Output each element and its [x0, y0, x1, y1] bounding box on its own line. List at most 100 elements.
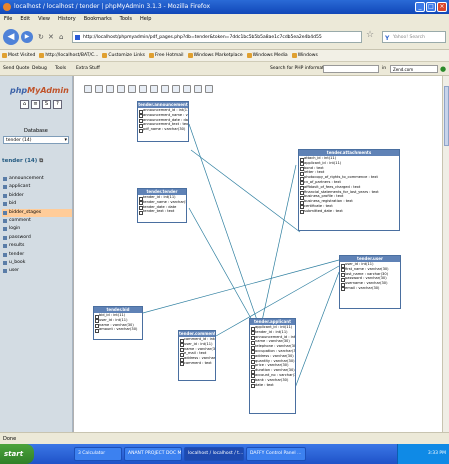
bookmark-item[interactable]: Most Visited [2, 50, 35, 61]
sidebar-table-item[interactable]: u_book [2, 259, 72, 267]
home-icon[interactable]: ⌂ [59, 33, 63, 41]
sidebar-table-item[interactable]: bid [2, 200, 72, 208]
bookmark-item[interactable]: Free Hotmail [149, 50, 184, 61]
debug-button[interactable]: Debug [32, 62, 47, 76]
task-control-panel[interactable]: DAFFY Control Panel ... [246, 447, 306, 461]
bookmark-item[interactable]: Windows [291, 50, 318, 61]
send-quote-button[interactable]: Send Quote [3, 62, 29, 76]
bookmark-item[interactable]: Windows Marketplace [187, 50, 243, 61]
menu-edit[interactable]: Edit [20, 14, 30, 24]
bookmark-item[interactable]: http://localhost/BAT/C... [39, 50, 98, 61]
task-firefox[interactable]: localhost / localhost / t... [184, 447, 244, 461]
extra-stuff-button[interactable]: Extra Stuff [76, 62, 100, 76]
sidebar-table-item[interactable]: user [2, 267, 72, 275]
query-window-icon[interactable]: ≡ [31, 100, 40, 109]
schema-column-row[interactable]: email : varchar(30) [340, 286, 400, 292]
database-view-icon: ⧉ [39, 158, 44, 164]
back-button[interactable]: ◀ [3, 29, 19, 45]
designer-tool-icon[interactable] [139, 85, 147, 93]
menu-help[interactable]: Help [140, 14, 151, 24]
maximize-button[interactable]: □ [426, 2, 436, 12]
menu-view[interactable]: View [38, 14, 50, 24]
start-button[interactable]: start [0, 444, 34, 464]
sidebar-table-item[interactable]: announcement [2, 175, 72, 183]
bookmark-star-icon[interactable]: ☆ [366, 30, 374, 40]
schema-column-row[interactable]: amount : varchar(30) [94, 327, 142, 333]
sidebar-table-item[interactable]: tender [2, 251, 72, 259]
database-select[interactable]: tender (14) [3, 136, 69, 144]
forward-button[interactable]: ▶ [21, 31, 33, 43]
close-button[interactable]: × [437, 2, 447, 12]
designer-tool-icon[interactable] [128, 85, 136, 93]
designer-tool-icon[interactable] [117, 85, 125, 93]
vertical-scrollbar[interactable] [442, 76, 449, 432]
schema-table-user[interactable]: tender.user user_id : int(11) first_name :… [339, 255, 401, 309]
windows-taskbar: start 3 Calculator ANANT PROJECT DOC M..… [0, 444, 449, 464]
docs-icon[interactable]: ? [53, 100, 62, 109]
designer-tool-icon[interactable] [183, 85, 191, 93]
schema-column-row[interactable]: tender_text : text [138, 209, 186, 215]
search-engine-icon: Y [385, 35, 390, 42]
search-input[interactable]: Y Yahoo! Search [382, 31, 446, 43]
designer-tool-icon[interactable] [161, 85, 169, 93]
schema-column-row[interactable]: submitted_date : text [299, 209, 399, 215]
home-icon[interactable]: ⌂ [20, 100, 29, 109]
php-search-input[interactable] [323, 65, 379, 73]
bookmarks-toolbar: Most Visited http://localhost/BAT/C... C… [0, 50, 449, 62]
window-title: localhost / localhost / tender | phpMyAd… [14, 3, 211, 10]
designer-tool-icon[interactable] [106, 85, 114, 93]
phpmyadmin-logo[interactable]: phpMyAdmin [10, 86, 69, 95]
sidebar-table-item[interactable]: applicant [2, 183, 72, 191]
address-bar[interactable]: http://localhost/phpmyadmin/pdf_pages.ph… [72, 31, 362, 43]
schema-table-applicant[interactable]: tender.applicant applicant_id : int(11) te… [249, 318, 296, 414]
schema-column-row[interactable]: date : text [250, 383, 295, 388]
bookmark-icon [149, 53, 155, 58]
menu-bookmarks[interactable]: Bookmarks [84, 14, 112, 24]
sidebar-table-item[interactable]: login [2, 225, 72, 233]
designer-tool-icon[interactable] [150, 85, 158, 93]
go-icon[interactable]: ● [440, 62, 446, 76]
designer-tool-icon[interactable] [172, 85, 180, 93]
stop-icon[interactable]: ✕ [48, 33, 54, 41]
sidebar-table-item[interactable]: bidder [2, 192, 72, 200]
sidebar-table-item[interactable]: bidder_stages [2, 208, 72, 217]
menu-tools[interactable]: Tools [120, 14, 132, 24]
navigation-toolbar: ◀ ▶ ↻ ✕ ⌂ http://localhost/phpmyadmin/pd… [0, 24, 449, 50]
zend-site-select[interactable]: Zend.com [390, 65, 438, 73]
menu-history[interactable]: History [58, 14, 76, 24]
task-calculator[interactable]: 3 Calculator [74, 447, 122, 461]
favicon-icon [75, 35, 80, 40]
menu-bar: File Edit View History Bookmarks Tools H… [0, 14, 449, 24]
designer-tool-icon[interactable] [205, 85, 213, 93]
bookmark-item[interactable]: Customize Links [102, 50, 145, 61]
php-search-label: Search for PHP information [270, 66, 331, 71]
sidebar-table-item[interactable]: results [2, 242, 72, 250]
schema-table-bid[interactable]: tender.bid bid_id : int(11) user_id : int(… [93, 306, 143, 340]
scrollbar-thumb[interactable] [444, 86, 449, 146]
firefox-icon [3, 3, 11, 11]
designer-tool-icon[interactable] [84, 85, 92, 93]
bookmark-item[interactable]: Windows Media [246, 50, 288, 61]
bookmark-icon [2, 53, 7, 58]
database-name-link[interactable]: tender (14) ⧉ [2, 158, 43, 165]
search-placeholder: Yahoo! Search [393, 35, 425, 40]
schema-column-row[interactable]: comment : text [179, 361, 215, 367]
designer-tool-icon[interactable] [194, 85, 202, 93]
system-tray: 3:33 PM [397, 444, 449, 464]
tools-button[interactable]: Tools [55, 62, 66, 76]
window-titlebar: localhost / localhost / tender | phpMyAd… [0, 0, 449, 14]
schema-column-row[interactable]: pdf_name : varchar(30) [138, 127, 188, 133]
sidebar-table-item[interactable]: password [2, 234, 72, 242]
status-text: Done [3, 436, 17, 442]
menu-file[interactable]: File [4, 14, 12, 24]
task-word-doc[interactable]: ANANT PROJECT DOC M... [124, 447, 182, 461]
reload-icon[interactable]: ↻ [38, 33, 44, 41]
minimize-button[interactable]: _ [415, 2, 425, 12]
sidebar-table-item[interactable]: comment [2, 217, 72, 225]
schema-table-announcement[interactable]: tender.announcement announcement_id : int… [137, 101, 189, 142]
designer-tool-icon[interactable] [95, 85, 103, 93]
schema-table-attachments[interactable]: tender.attachments attach_id : int(11) app… [298, 149, 400, 231]
sql-icon[interactable]: S [42, 100, 51, 109]
schema-table-comment[interactable]: tender.commentcomment_id : int(11)user_i… [178, 330, 216, 381]
schema-table-tender[interactable]: tender.tender tender_id : int(11) tender_n… [137, 188, 187, 223]
